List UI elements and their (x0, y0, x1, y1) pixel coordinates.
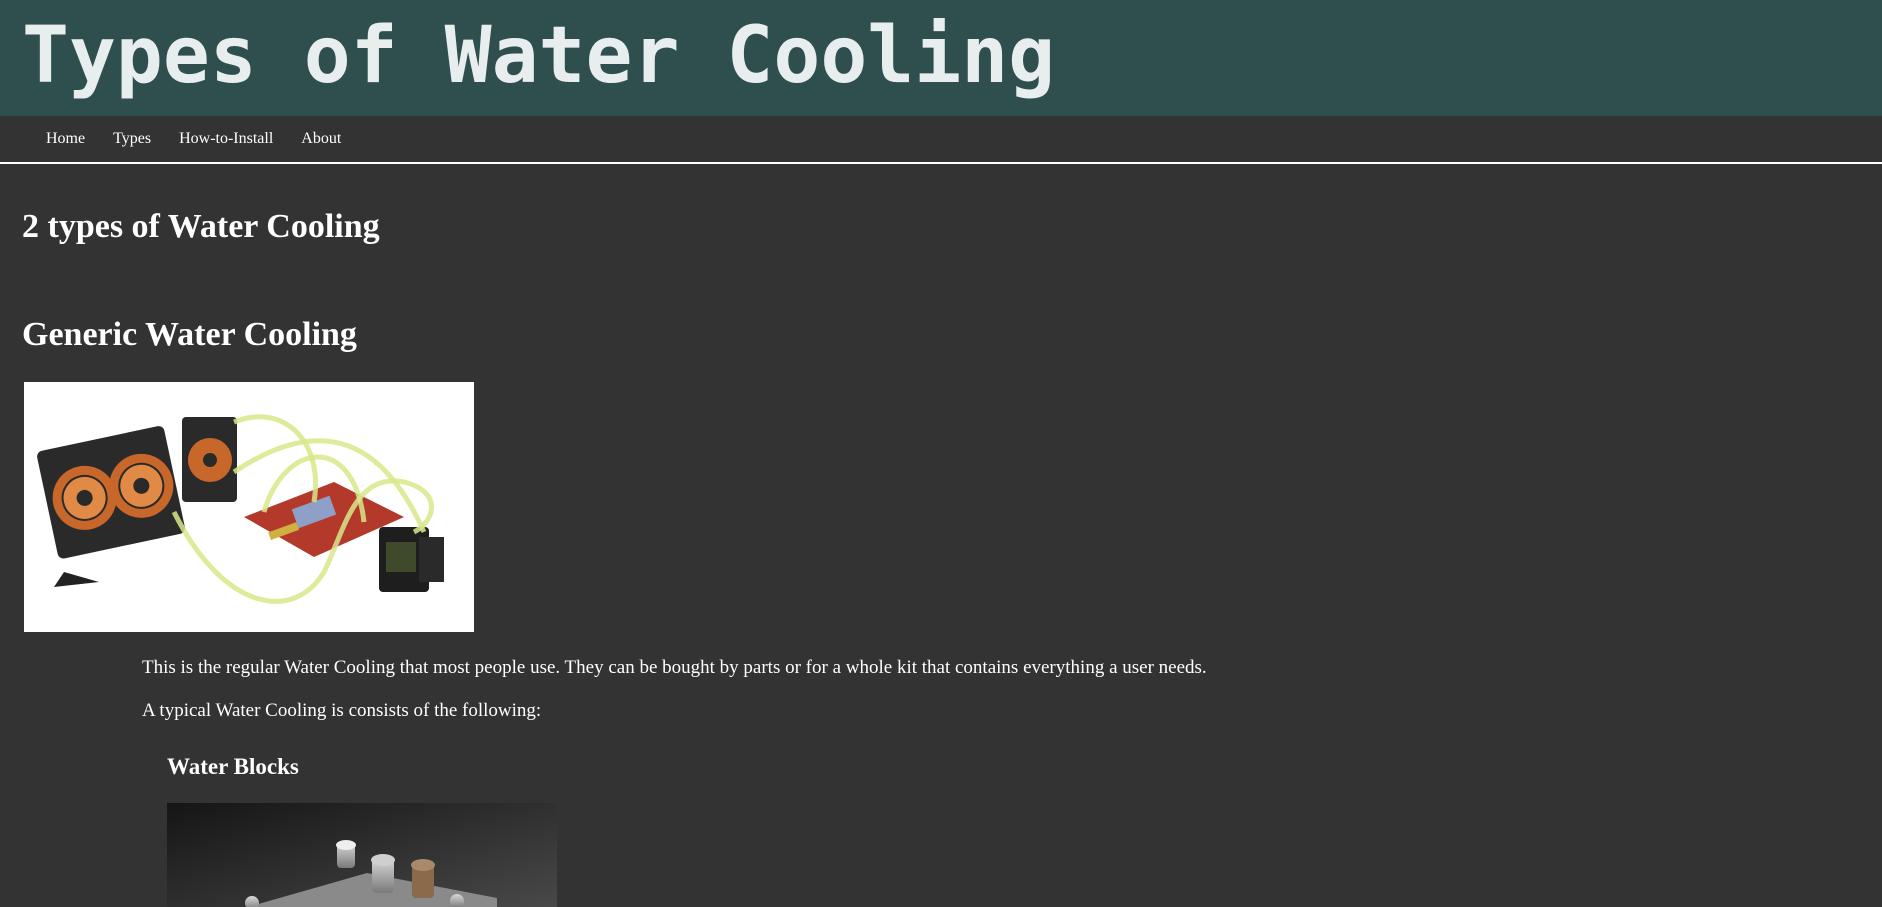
subsection-heading-water-blocks: Water Blocks (167, 754, 299, 779)
nav-link-about[interactable]: About (301, 130, 341, 148)
paragraph-intro: This is the regular Water Cooling that m… (142, 657, 1207, 678)
site-banner: Types of Water Cooling (0, 0, 1882, 116)
water-cooling-kit-image (24, 382, 474, 632)
paragraph-components: A typical Water Cooling is consists of t… (142, 700, 542, 721)
water-block-image (167, 803, 557, 907)
main-nav: Home Types How-to-Install About (0, 116, 1882, 164)
section-heading-generic: Generic Water Cooling (22, 316, 357, 353)
water-block-illustration (167, 803, 557, 907)
water-cooling-kit-illustration (24, 382, 474, 632)
nav-link-home[interactable]: Home (46, 130, 85, 148)
site-title: Types of Water Cooling (22, 11, 1056, 101)
nav-link-how-to-install[interactable]: How-to-Install (179, 130, 273, 148)
page-heading: 2 types of Water Cooling (22, 208, 380, 245)
nav-link-types[interactable]: Types (113, 130, 151, 148)
